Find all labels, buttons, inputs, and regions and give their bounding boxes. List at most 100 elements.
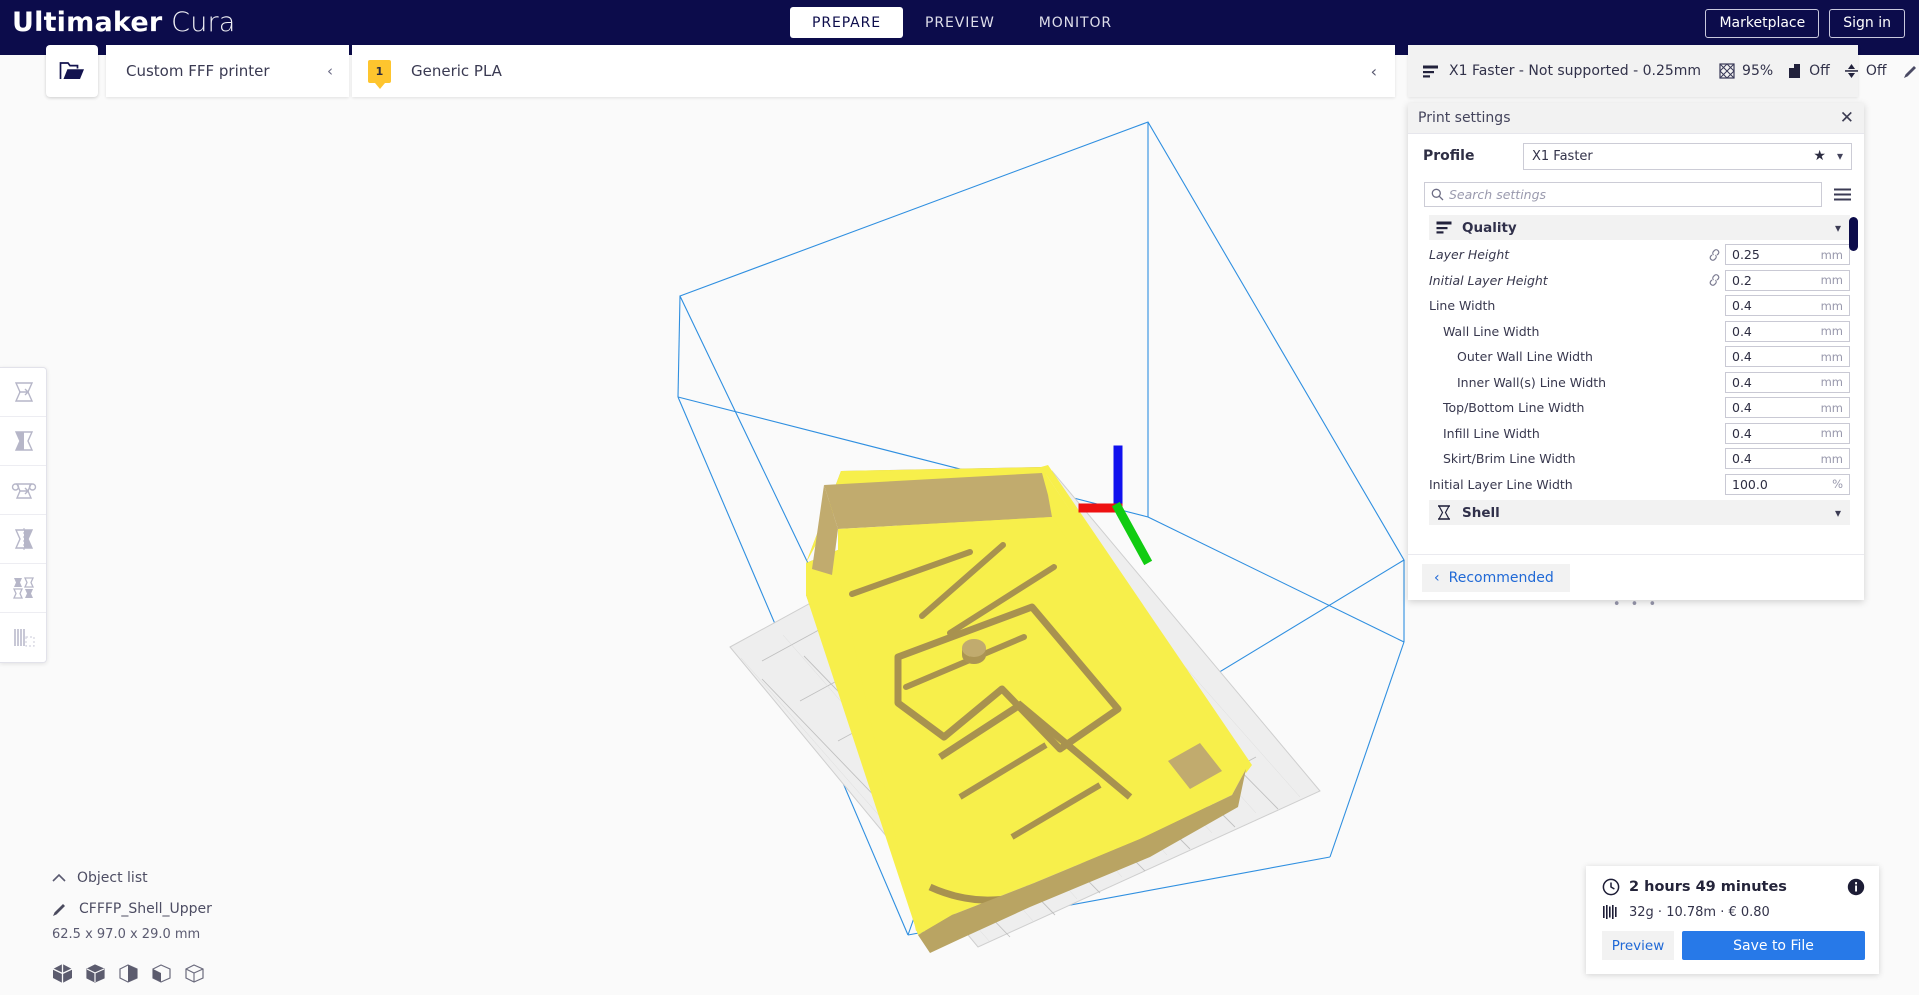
material-usage-value: 32g · 10.78m · € 0.80 bbox=[1629, 904, 1770, 920]
setting-initial-layer-line-width: Initial Layer Line Width 100.0 % bbox=[1429, 472, 1850, 498]
category-quality[interactable]: Quality ▾ bbox=[1429, 215, 1850, 240]
hamburger-menu-icon[interactable] bbox=[1833, 187, 1852, 202]
scale-tool[interactable] bbox=[0, 417, 46, 466]
model-cfffp-shell-upper[interactable] bbox=[806, 465, 1252, 953]
setting-value: 0.4 bbox=[1732, 323, 1752, 339]
profile-summary-text: X1 Faster - Not supported - 0.25mm bbox=[1449, 63, 1702, 79]
link-icon[interactable] bbox=[1703, 274, 1725, 287]
setting-value-field[interactable]: 0.2 mm bbox=[1725, 269, 1850, 291]
app-logo: Ultimaker Cura bbox=[12, 7, 236, 38]
setting-value-field[interactable]: 0.4 mm bbox=[1725, 295, 1850, 317]
rotate-tool[interactable] bbox=[0, 466, 46, 515]
print-settings-footer: ‹ Recommended bbox=[1408, 554, 1864, 600]
support-blocker-icon bbox=[13, 628, 35, 647]
solid-view-icon[interactable] bbox=[52, 963, 73, 984]
folder-open-icon bbox=[59, 62, 84, 79]
search-icon bbox=[1431, 188, 1444, 201]
setting-value-field[interactable]: 0.4 mm bbox=[1725, 371, 1850, 393]
outline-view-icon[interactable] bbox=[184, 963, 205, 984]
printer-selector[interactable]: Custom FFF printer ‹ bbox=[106, 45, 349, 97]
setting-value-field[interactable]: 0.4 mm bbox=[1725, 422, 1850, 444]
setting-value-field[interactable]: 100.0 % bbox=[1725, 473, 1850, 495]
print-settings-title: Print settings bbox=[1418, 110, 1511, 126]
brand-bold: Ultimaker bbox=[12, 7, 163, 38]
chevron-down-icon: ▾ bbox=[1836, 149, 1843, 163]
object-list-toggle[interactable]: Object list bbox=[52, 870, 382, 886]
job-actions: Preview Save to File bbox=[1602, 931, 1865, 960]
layer-height-icon bbox=[1422, 64, 1439, 79]
pencil-icon[interactable] bbox=[1903, 64, 1918, 79]
tab-prepare[interactable]: PREPARE bbox=[790, 7, 904, 38]
object-list-item[interactable]: CFFFP_Shell_Upper bbox=[52, 901, 382, 917]
setting-label: Top/Bottom Line Width bbox=[1443, 400, 1585, 416]
layer-view-icon[interactable] bbox=[118, 963, 139, 984]
link-icon[interactable] bbox=[1703, 248, 1725, 261]
mirror-tool[interactable] bbox=[0, 515, 46, 564]
setting-label: Initial Layer Height bbox=[1429, 272, 1548, 288]
star-icon[interactable]: ★ bbox=[1813, 148, 1826, 164]
move-tool[interactable] bbox=[0, 368, 46, 417]
clock-icon bbox=[1602, 878, 1620, 896]
recommended-label: Recommended bbox=[1448, 569, 1554, 586]
info-icon[interactable] bbox=[1847, 878, 1865, 896]
rotate-icon bbox=[11, 483, 36, 499]
profile-row: Profile X1 Faster ★ ▾ bbox=[1408, 134, 1864, 178]
setting-initial-layer-height: Initial Layer Height 0.2 mm bbox=[1429, 268, 1850, 294]
top-right-actions: Marketplace Sign in bbox=[1705, 9, 1905, 38]
settings-scroll-area[interactable]: Quality ▾ Layer Height 0.25 mm Initial L… bbox=[1408, 211, 1864, 554]
xray-view-icon[interactable] bbox=[85, 963, 106, 984]
marketplace-button[interactable]: Marketplace bbox=[1705, 9, 1820, 38]
preview-button[interactable]: Preview bbox=[1602, 931, 1674, 960]
wireframe-view-icon[interactable] bbox=[151, 963, 172, 984]
close-icon[interactable]: ✕ bbox=[1840, 109, 1854, 127]
profile-dropdown[interactable]: X1 Faster ★ ▾ bbox=[1523, 142, 1852, 170]
filament-icon bbox=[1603, 905, 1617, 919]
per-model-settings-tool[interactable] bbox=[0, 564, 46, 613]
print-time-row: 2 hours 49 minutes bbox=[1602, 878, 1865, 896]
setting-value-field[interactable]: 0.25 mm bbox=[1725, 244, 1850, 266]
mirror-icon bbox=[14, 528, 33, 550]
setting-value: 0.4 bbox=[1732, 400, 1752, 416]
infill-icon bbox=[1719, 63, 1735, 79]
material-selector[interactable]: 1 Generic PLA ‹ bbox=[352, 45, 1395, 97]
left-toolbar bbox=[0, 367, 47, 663]
move-icon bbox=[14, 382, 33, 402]
profile-value: X1 Faster bbox=[1532, 148, 1593, 164]
setting-unit: mm bbox=[1820, 451, 1843, 466]
adhesion-value: Off bbox=[1865, 63, 1887, 79]
panel-resize-grip[interactable]: • • • bbox=[1613, 597, 1659, 612]
open-file-button[interactable] bbox=[46, 45, 98, 97]
setting-value-field[interactable]: 0.4 mm bbox=[1725, 397, 1850, 419]
recommended-button[interactable]: ‹ Recommended bbox=[1422, 563, 1570, 592]
setting-value-field[interactable]: 0.4 mm bbox=[1725, 320, 1850, 342]
category-quality-label: Quality bbox=[1462, 219, 1517, 236]
pencil-icon bbox=[53, 903, 65, 916]
save-to-file-button[interactable]: Save to File bbox=[1682, 931, 1865, 960]
print-setup-summary-bar[interactable]: X1 Faster - Not supported - 0.25mm 95% O… bbox=[1408, 45, 1916, 97]
chevron-up-icon bbox=[52, 873, 66, 882]
profile-label: Profile bbox=[1423, 148, 1475, 164]
setting-value-field[interactable]: 0.4 mm bbox=[1725, 448, 1850, 470]
setting-unit: mm bbox=[1820, 426, 1843, 441]
setting-unit: mm bbox=[1820, 375, 1843, 390]
tab-monitor[interactable]: MONITOR bbox=[1017, 7, 1134, 38]
search-settings-box[interactable] bbox=[1424, 182, 1822, 207]
setting-label: Layer Height bbox=[1429, 247, 1510, 263]
material-usage-row: 32g · 10.78m · € 0.80 bbox=[1602, 904, 1865, 920]
chevron-left-icon: ‹ bbox=[1434, 569, 1440, 586]
support-blocker-tool[interactable] bbox=[0, 613, 46, 662]
infill-value: 95% bbox=[1742, 63, 1774, 79]
signin-button[interactable]: Sign in bbox=[1829, 9, 1905, 38]
settings-list: Quality ▾ Layer Height 0.25 mm Initial L… bbox=[1429, 215, 1850, 525]
setting-value: 100.0 bbox=[1732, 476, 1768, 492]
material-name: Generic PLA bbox=[411, 62, 502, 80]
cura-window: Ultimaker Cura PREPARE PREVIEW MONITOR M… bbox=[0, 0, 1919, 995]
setting-unit: mm bbox=[1820, 247, 1843, 262]
setting-value-field[interactable]: 0.4 mm bbox=[1725, 346, 1850, 368]
shell-icon bbox=[1436, 505, 1458, 520]
setting-top-bottom-line-width: Top/Bottom Line Width 0.4 mm bbox=[1429, 395, 1850, 421]
tab-preview[interactable]: PREVIEW bbox=[903, 7, 1017, 38]
search-input[interactable] bbox=[1449, 187, 1815, 202]
category-shell[interactable]: Shell ▾ bbox=[1429, 500, 1850, 525]
settings-scrollbar[interactable] bbox=[1849, 217, 1858, 251]
